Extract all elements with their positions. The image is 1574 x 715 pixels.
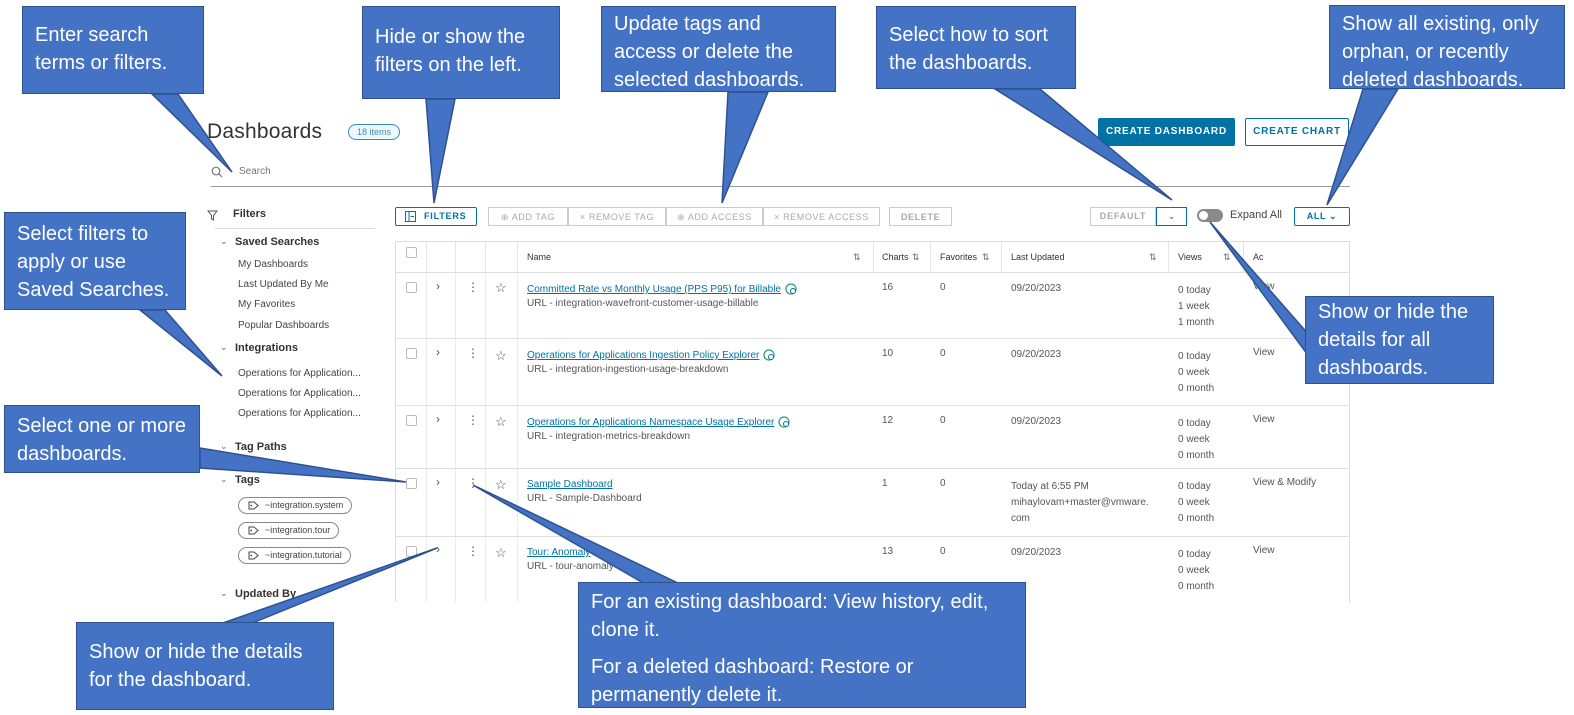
callout-bulk-actions: Update tags and access or delete the sel… bbox=[601, 6, 836, 92]
callout-tail-expand bbox=[1209, 221, 1311, 361]
callout-search: Enter search terms or filters. bbox=[22, 6, 204, 94]
callout-text: Show or hide the details for the dashboa… bbox=[89, 641, 303, 691]
callout-sort: Select how to sort the dashboards. bbox=[876, 6, 1076, 89]
callout-tail-select bbox=[199, 447, 407, 483]
callout-filters-toggle: Hide or show the filters on the left. bbox=[362, 6, 560, 99]
callout-expand-all: Show or hide the details for all dashboa… bbox=[1305, 296, 1494, 384]
callout-text: Update tags and access or delete the sel… bbox=[614, 13, 805, 91]
callout-tail-search bbox=[150, 93, 233, 173]
callout-sidebar: Select filters to apply or use Saved Sea… bbox=[4, 212, 186, 310]
callout-tail-bulk bbox=[721, 91, 770, 204]
callout-row-details: Show or hide the details for the dashboa… bbox=[76, 622, 334, 710]
callout-select: Select one or more dashboards. bbox=[4, 405, 200, 473]
callout-tail-filters bbox=[425, 98, 456, 204]
callout-text: For an existing dashboard: View history,… bbox=[591, 591, 989, 641]
callout-tail-details bbox=[219, 547, 438, 625]
callout-tail-sort bbox=[992, 88, 1173, 201]
callout-text: Enter search terms or filters. bbox=[35, 24, 168, 74]
callout-tail-sidebar bbox=[137, 309, 223, 377]
callout-scope: Show all existing, only orphan, or recen… bbox=[1329, 5, 1565, 91]
callout-text: Hide or show the filters on the left. bbox=[375, 26, 526, 76]
callout-text: Select one or more dashboards. bbox=[17, 415, 186, 465]
callout-text: Show or hide the details for all dashboa… bbox=[1318, 301, 1469, 379]
callout-tail-menu bbox=[472, 484, 681, 585]
callout-tail-all bbox=[1326, 88, 1400, 206]
callout-text: For a deleted dashboard: Restore or perm… bbox=[591, 656, 914, 706]
callout-text: Select filters to apply or use Saved Sea… bbox=[17, 223, 170, 301]
callout-row-menu: For an existing dashboard: View history,… bbox=[578, 582, 1026, 708]
callout-text: Show all existing, only orphan, or recen… bbox=[1342, 13, 1539, 91]
callout-text: Select how to sort the dashboards. bbox=[889, 24, 1048, 74]
